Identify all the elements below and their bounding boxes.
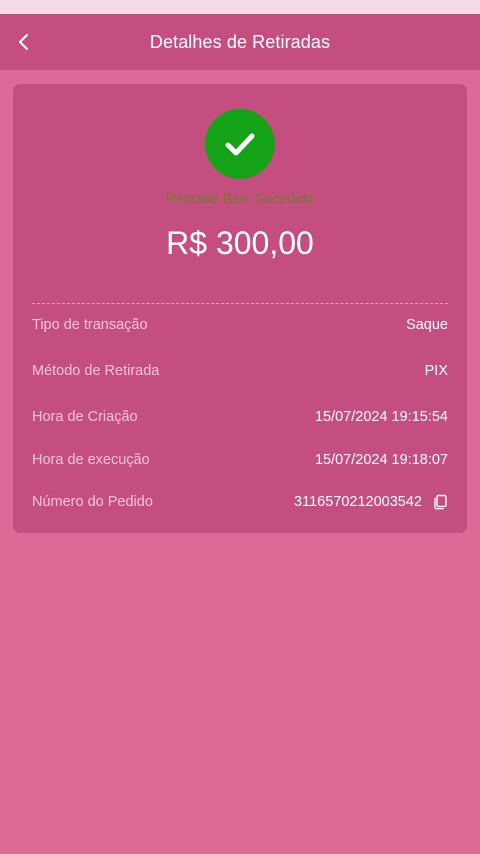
app-header: Detalhes de Retiradas	[0, 14, 480, 70]
order-number-value: 3116570212003542	[294, 494, 422, 510]
detail-row-withdrawal-method: Método de Retirada PIX	[32, 361, 448, 381]
detail-row-execution-time: Hora de execução 15/07/2024 19:18:07	[32, 450, 448, 470]
detail-value: PIX	[424, 363, 448, 379]
detail-value: Saque	[406, 317, 448, 333]
detail-label: Tipo de transação	[32, 317, 148, 333]
withdrawal-amount: R$ 300,00	[166, 225, 314, 261]
order-number-value-wrap: 3116570212003542	[294, 494, 448, 510]
detail-value: 15/07/2024 19:18:07	[314, 452, 448, 468]
detail-label: Número do Pedido	[32, 494, 153, 510]
back-button[interactable]	[10, 28, 38, 56]
detail-label: Hora de Criação	[32, 409, 138, 425]
success-badge	[205, 109, 275, 179]
withdrawal-details-card: Retirada Bem Sucedida R$ 300,00 Tipo de …	[13, 84, 467, 533]
status-message: Retirada Bem Sucedida	[166, 190, 314, 206]
detail-label: Hora de execução	[32, 452, 150, 468]
page-title: Detalhes de Retiradas	[149, 31, 331, 52]
detail-row-transaction-type: Tipo de transação Saque	[32, 315, 448, 335]
detail-value: 15/07/2024 19:15:54	[314, 409, 448, 425]
detail-row-creation-time: Hora de Criação 15/07/2024 19:15:54	[32, 407, 448, 427]
check-icon	[225, 133, 255, 156]
dashed-divider	[32, 303, 448, 304]
chevron-left-icon	[19, 34, 28, 50]
detail-label: Método de Retirada	[32, 363, 160, 379]
detail-row-order-number: Número do Pedido 3116570212003542	[32, 492, 448, 512]
copy-icon[interactable]	[432, 494, 448, 510]
status-bar	[0, 0, 480, 14]
